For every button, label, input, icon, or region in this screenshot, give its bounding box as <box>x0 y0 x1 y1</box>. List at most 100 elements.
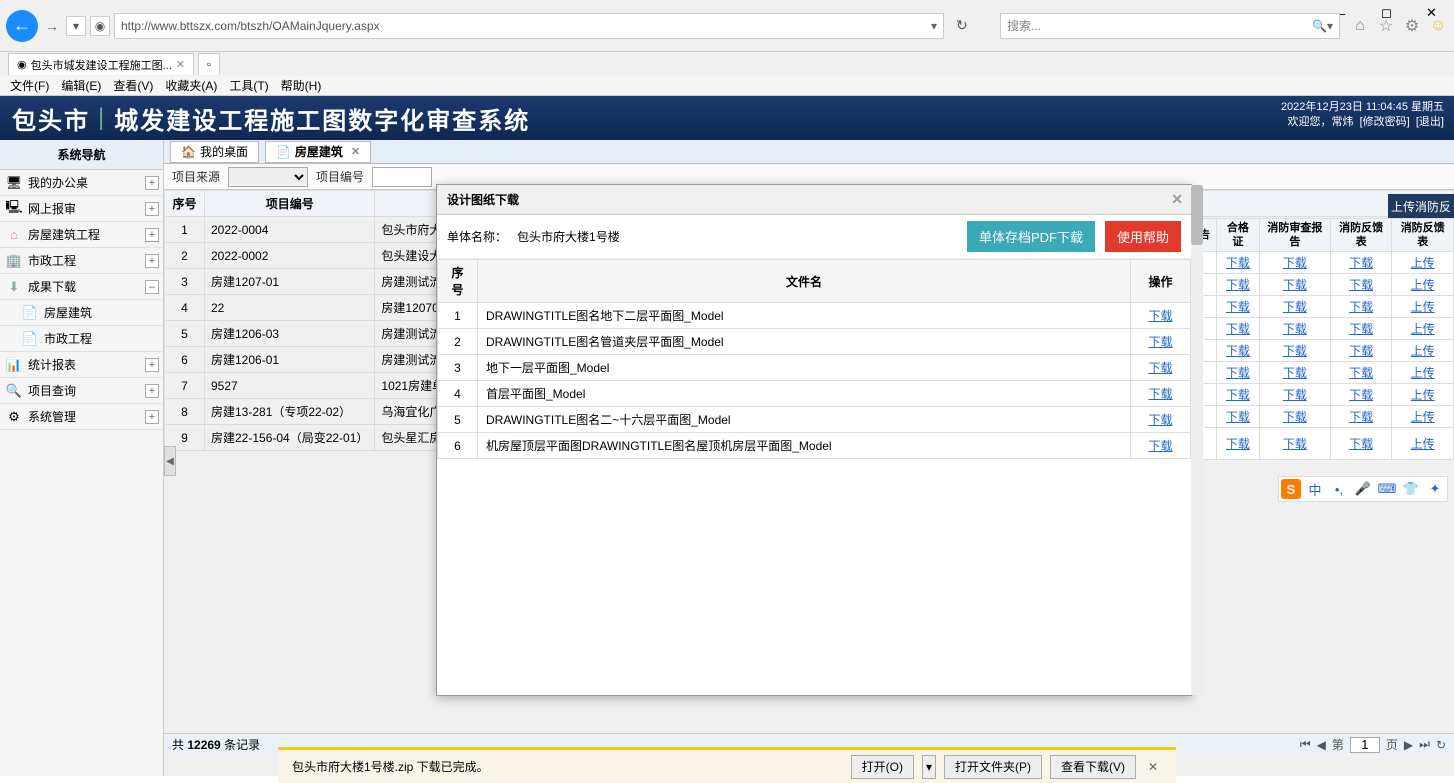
sidebar-item-house-build[interactable]: 📄 房屋建筑 <box>0 300 163 326</box>
download-link[interactable]: 下载 <box>1349 388 1373 402</box>
download-link[interactable]: 下载 <box>1349 437 1373 451</box>
download-link[interactable]: 下载 <box>1226 366 1250 380</box>
refresh-button[interactable]: ↻ <box>948 17 976 34</box>
expand-icon[interactable]: + <box>145 176 159 190</box>
view-downloads-button[interactable]: 查看下载(V) <box>1050 755 1136 779</box>
new-tab-button[interactable]: ▫ <box>198 53 220 75</box>
url-dropdown-icon[interactable]: ▾ <box>931 19 937 33</box>
download-link[interactable]: 下载 <box>1283 366 1307 380</box>
download-link[interactable]: 下载 <box>1349 344 1373 358</box>
pager-prev[interactable]: ◀ <box>1317 738 1326 752</box>
download-link[interactable]: 下载 <box>1283 410 1307 424</box>
menu-edit[interactable]: 编辑(E) <box>61 77 101 94</box>
upload-link[interactable]: 上传 <box>1411 388 1435 402</box>
url-bar[interactable]: http://www.bttszx.com/btszh/OAMainJquery… <box>114 13 944 39</box>
search-bar[interactable]: 搜索... 🔍▾ <box>1000 13 1340 39</box>
download-link[interactable]: 下载 <box>1226 300 1250 314</box>
menu-favorites[interactable]: 收藏夹(A) <box>165 77 217 94</box>
ime-lang-icon[interactable]: 中 <box>1305 479 1325 499</box>
download-link[interactable]: 下载 <box>1349 410 1373 424</box>
sidebar-item-house-proj[interactable]: ⌂ 房屋建筑工程 + <box>0 222 163 248</box>
menu-file[interactable]: 文件(F) <box>10 77 49 94</box>
menu-view[interactable]: 查看(V) <box>113 77 153 94</box>
sidebar-item-online-report[interactable]: 🖳 网上报审 + <box>0 196 163 222</box>
download-link[interactable]: 下载 <box>1349 278 1373 292</box>
pager-refresh[interactable]: ↻ <box>1436 738 1446 752</box>
pdf-download-button[interactable]: 单体存档PDF下载 <box>967 221 1095 252</box>
sidebar-item-stat-report[interactable]: 📊 统计报表 + <box>0 352 163 378</box>
expand-icon[interactable]: + <box>145 410 159 424</box>
expand-icon[interactable]: + <box>145 228 159 242</box>
ime-punct-icon[interactable]: •, <box>1329 479 1349 499</box>
back-button[interactable]: ← <box>6 10 38 42</box>
close-window-button[interactable]: ✕ <box>1409 0 1454 26</box>
forward-button[interactable]: → <box>42 14 62 38</box>
change-password-link[interactable]: [修改密码] <box>1360 116 1410 128</box>
menu-tools[interactable]: 工具(T) <box>229 77 268 94</box>
page-input[interactable] <box>1350 737 1380 753</box>
download-link[interactable]: 下载 <box>1349 366 1373 380</box>
download-link[interactable]: 下载 <box>1283 388 1307 402</box>
download-link[interactable]: 下载 <box>1349 322 1373 336</box>
sidebar-item-my-office[interactable]: 🖥 我的办公桌 + <box>0 170 163 196</box>
download-link[interactable]: 下载 <box>1226 437 1250 451</box>
tab-my-desktop[interactable]: 🏠 我的桌面 <box>170 141 259 163</box>
download-link[interactable]: 下载 <box>1283 322 1307 336</box>
sidebar-item-project-query[interactable]: 🔍 项目查询 + <box>0 378 163 404</box>
pager-next[interactable]: ▶ <box>1404 738 1413 752</box>
download-link[interactable]: 下载 <box>1148 413 1172 427</box>
ime-keyboard-icon[interactable]: ⌨ <box>1377 479 1397 499</box>
upload-link[interactable]: 上传 <box>1411 410 1435 424</box>
projno-input[interactable] <box>372 167 432 187</box>
tab-house-build[interactable]: 📄 房屋建筑 ✕ <box>265 141 371 163</box>
ime-mic-icon[interactable]: 🎤 <box>1353 479 1373 499</box>
download-link[interactable]: 下载 <box>1148 439 1172 453</box>
dialog-close-button[interactable]: ✕ <box>1171 191 1183 208</box>
open-dropdown[interactable]: ▾ <box>922 755 936 779</box>
browser-tab[interactable]: ◉ 包头市城发建设工程施工图... ✕ <box>8 53 194 75</box>
download-link[interactable]: 下载 <box>1148 361 1172 375</box>
upload-link[interactable]: 上传 <box>1411 278 1435 292</box>
download-link[interactable]: 下载 <box>1283 300 1307 314</box>
sidebar-item-result-dl[interactable]: ⬇ 成果下载 – <box>0 274 163 300</box>
collapse-icon[interactable]: – <box>145 280 159 294</box>
ime-toolbar[interactable]: S 中 •, 🎤 ⌨ 👕 ✦ <box>1278 476 1448 502</box>
download-link[interactable]: 下载 <box>1226 410 1250 424</box>
open-folder-button[interactable]: 打开文件夹(P) <box>944 755 1042 779</box>
upload-link[interactable]: 上传 <box>1411 437 1435 451</box>
scrollbar-thumb[interactable] <box>1191 185 1203 245</box>
download-link[interactable]: 下载 <box>1226 388 1250 402</box>
expand-icon[interactable]: + <box>145 254 159 268</box>
dialog-scrollbar[interactable] <box>1191 185 1203 695</box>
close-notification[interactable]: ✕ <box>1144 760 1162 774</box>
logout-link[interactable]: [退出] <box>1416 116 1444 128</box>
search-icon[interactable]: 🔍▾ <box>1312 19 1333 33</box>
download-link[interactable]: 下载 <box>1226 322 1250 336</box>
upload-link[interactable]: 上传 <box>1411 344 1435 358</box>
download-link[interactable]: 下载 <box>1148 309 1172 323</box>
download-link[interactable]: 下载 <box>1349 300 1373 314</box>
download-link[interactable]: 下载 <box>1148 335 1172 349</box>
ime-toolbox-icon[interactable]: ✦ <box>1425 479 1445 499</box>
sidebar-item-sys-manage[interactable]: ⚙ 系统管理 + <box>0 404 163 430</box>
download-link[interactable]: 下载 <box>1226 278 1250 292</box>
download-link[interactable]: 下载 <box>1283 437 1307 451</box>
close-tab-icon[interactable]: ✕ <box>351 145 360 158</box>
expand-icon[interactable]: + <box>145 358 159 372</box>
upload-link[interactable]: 上传 <box>1411 322 1435 336</box>
pager-last[interactable]: ⏭ <box>1419 737 1430 752</box>
upload-link[interactable]: 上传 <box>1411 256 1435 270</box>
download-link[interactable]: 下载 <box>1283 344 1307 358</box>
sidebar-item-municipal[interactable]: 📄 市政工程 <box>0 326 163 352</box>
download-link[interactable]: 下载 <box>1226 344 1250 358</box>
sidebar-collapse-handle[interactable]: ◀ <box>164 446 176 476</box>
upload-link[interactable]: 上传 <box>1411 300 1435 314</box>
download-link[interactable]: 下载 <box>1226 256 1250 270</box>
download-link[interactable]: 下载 <box>1349 256 1373 270</box>
help-button[interactable]: 使用帮助 <box>1105 221 1181 252</box>
expand-icon[interactable]: + <box>145 202 159 216</box>
download-link[interactable]: 下载 <box>1283 256 1307 270</box>
upload-fire-tag[interactable]: 上传消防反 <box>1388 194 1454 218</box>
tab-dropdown-icon[interactable]: ▾ <box>66 16 86 36</box>
ime-skin-icon[interactable]: 👕 <box>1401 479 1421 499</box>
